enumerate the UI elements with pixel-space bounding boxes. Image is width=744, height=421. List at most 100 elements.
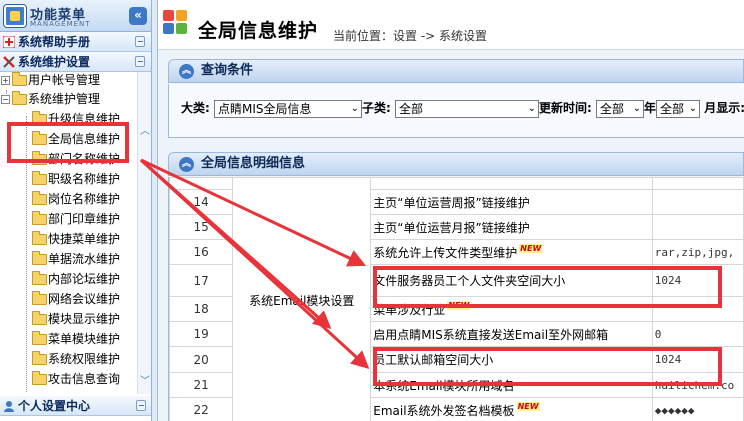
folder-icon [32,371,47,385]
new-badge: NEW [516,401,540,411]
tree-item-global-info[interactable]: 全局信息维护 [32,129,120,149]
category-label: 大类: [181,101,210,115]
query-panel-header[interactable]: ︽ 查询条件 [168,59,744,83]
row-value: 1024 [651,346,744,373]
query-panel: 大类: 点睛MIS全局信息 ⌄ 子类: 全部 ⌄ 更新时间: 全部 ⌄ 年全部 ⌄ 月显示: [168,84,744,138]
main-content: 全局信息维护 当前位置：设置 -> 系统设置 ︽ 查询条件 大类: 点睛MIS全… [158,0,744,421]
help-cross-icon [3,36,15,48]
tree-item-label: 内部论坛维护 [48,272,121,286]
tree-item-menu-module[interactable]: 菜单模块维护 [32,329,120,349]
row-name[interactable]: 启用点睛MIS系统直接发送Email至外网邮箱 [370,321,653,347]
detail-panel-header[interactable]: ︽ 全局信息明细信息 [168,152,744,176]
tree-item-rank-name[interactable]: 职级名称维护 [32,169,120,189]
folder-icon [32,231,47,245]
tree-item-label: 网络会议维护 [48,292,121,306]
row-name[interactable]: 员工默认邮箱空间大小 [370,346,653,373]
section-maintenance-pin-icon[interactable] [135,56,145,67]
table-row[interactable]: 系统Email模块设置 [169,177,744,421]
row-value [651,296,744,322]
breadcrumb: 当前位置：设置 -> 系统设置 [333,29,488,43]
row-name[interactable]: Email系统外发签名档模板 NEW [370,397,653,421]
tree-item-label: 单据流水维护 [48,252,121,266]
tree-item-post-name[interactable]: 岗位名称维护 [32,189,120,209]
scroll-down-icon[interactable]: ﹀ [140,372,150,387]
section-help-manual[interactable]: 系统帮助手册 [0,32,151,52]
section-personal-settings[interactable]: 个人设置中心 [0,396,151,416]
row-name[interactable]: 菜单涉及行业 NEW [370,296,653,322]
detail-table: 系统Email模块设置 14 主页“单位运营周报”链接维护 15 主页“单位运营… [169,177,744,421]
detail-panel-title: 全局信息明细信息 [201,156,306,171]
row-number: 17 [169,264,234,297]
collapse-sidebar-icon[interactable]: « [129,7,147,25]
tree-item-dept-name[interactable]: 部门名称维护 [32,149,120,169]
tree-item-label: 系统权限维护 [48,352,121,366]
tree-item-dept-seal[interactable]: 部门印章维护 [32,209,120,229]
sidebar-header: 功能菜单 MANAGEMENT « [0,0,151,32]
page-header: 全局信息维护 当前位置：设置 -> 系统设置 [158,0,744,50]
folder-icon [32,131,47,145]
tree-item-shortcut-menu[interactable]: 快捷菜单维护 [32,229,120,249]
row-value: 0 [651,321,744,347]
row-name[interactable]: 本系统Email模块所用域名 [370,372,653,398]
row-number: 18 [169,296,234,322]
tree-item-label: 岗位名称维护 [48,192,121,206]
section-system-maintenance[interactable]: 系统维护设置 [0,52,151,72]
tree-item-label: 部门印章维护 [48,212,121,226]
row-value: hailichem.co [651,372,744,398]
folder-icon [12,72,27,86]
tree-item-forum[interactable]: 内部论坛维护 [32,269,120,289]
row-name[interactable]: 文件服务器员工个人文件夹空间大小 [370,264,653,297]
collapse-icon[interactable]: − [1,95,10,104]
section-help-label: 系统帮助手册 [18,35,91,49]
row-number: 21 [169,372,234,398]
row-number: 22 [169,397,234,421]
month-select[interactable]: 全部 ⌄ [656,99,701,118]
tree-item-label: 部门名称维护 [48,152,121,166]
folder-open-icon [12,91,27,105]
tree-item-label: 系统维护管理 [28,92,101,106]
subcategory-select[interactable]: 全部 ⌄ [395,99,539,118]
chevron-down-icon: ⌄ [688,102,698,114]
folder-icon [32,151,47,165]
folder-icon [32,311,47,325]
tree-item-upgrade-info[interactable]: 升级信息维护 [32,109,120,129]
tree-item-module-display[interactable]: 模块显示维护 [32,309,120,329]
row-name[interactable]: 主页“单位运营周报”链接维护 [370,189,653,215]
chevron-down-icon: ⌄ [350,102,359,114]
month-display-label: 月显示: [704,101,744,115]
collapse-panel-icon[interactable]: ︽ [179,64,194,79]
detail-grid: 系统Email模块设置 14 主页“单位运营周报”链接维护 15 主页“单位运营… [168,177,744,421]
folder-icon [32,271,47,285]
row-value: rar,zip,jpg, [651,239,744,265]
new-badge: NEW [519,243,543,253]
tree-item-system-maintenance[interactable]: − 系统维护管理 [1,89,100,109]
tree-item-doc-serial[interactable]: 单据流水维护 [32,249,120,269]
tree-item-label: 用户帐号管理 [28,73,101,87]
scroll-up-icon[interactable]: ︿ [140,122,150,137]
expand-icon[interactable]: + [1,76,10,85]
row-name[interactable]: 主页“单位运营月报”链接维护 [370,214,653,240]
row-number: 14 [169,189,234,215]
collapse-panel-icon[interactable]: ︽ [179,157,194,172]
tree-item-attack-info[interactable]: 攻击信息查询 [32,369,120,389]
year-select[interactable]: 全部 ⌄ [596,99,644,118]
section-personal-pin-icon[interactable] [136,400,146,411]
tree-item-permissions[interactable]: 系统权限维护 [32,349,120,369]
tools-icon [3,56,15,68]
row-value: ◆◆◆◆◆◆ [651,397,744,421]
folder-icon [32,171,47,185]
chevron-down-icon: ⌄ [527,102,536,114]
section-help-pin-icon[interactable] [135,36,145,47]
tree-item-user-account[interactable]: + 用户帐号管理 [1,72,100,90]
subcategory-label: 子类: [362,101,391,115]
tree-item-web-meeting[interactable]: 网络会议维护 [32,289,120,309]
category-select[interactable]: 点睛MIS全局信息 ⌄ [214,99,362,118]
sidebar: 功能菜单 MANAGEMENT « 系统帮助手册 系统维护设置 + 用户帐号管理 … [0,0,152,421]
folder-icon [32,251,47,265]
tree-item-label: 菜单模块维护 [48,332,121,346]
tree-item-label: 模块显示维护 [48,312,121,326]
row-name[interactable]: 系统允许上传文件类型维护 NEW [370,239,653,265]
new-badge: NEW [447,300,471,310]
sidebar-scrollbar[interactable]: ︿ ﹀ [137,72,151,394]
row-value: 1024 [651,264,744,297]
